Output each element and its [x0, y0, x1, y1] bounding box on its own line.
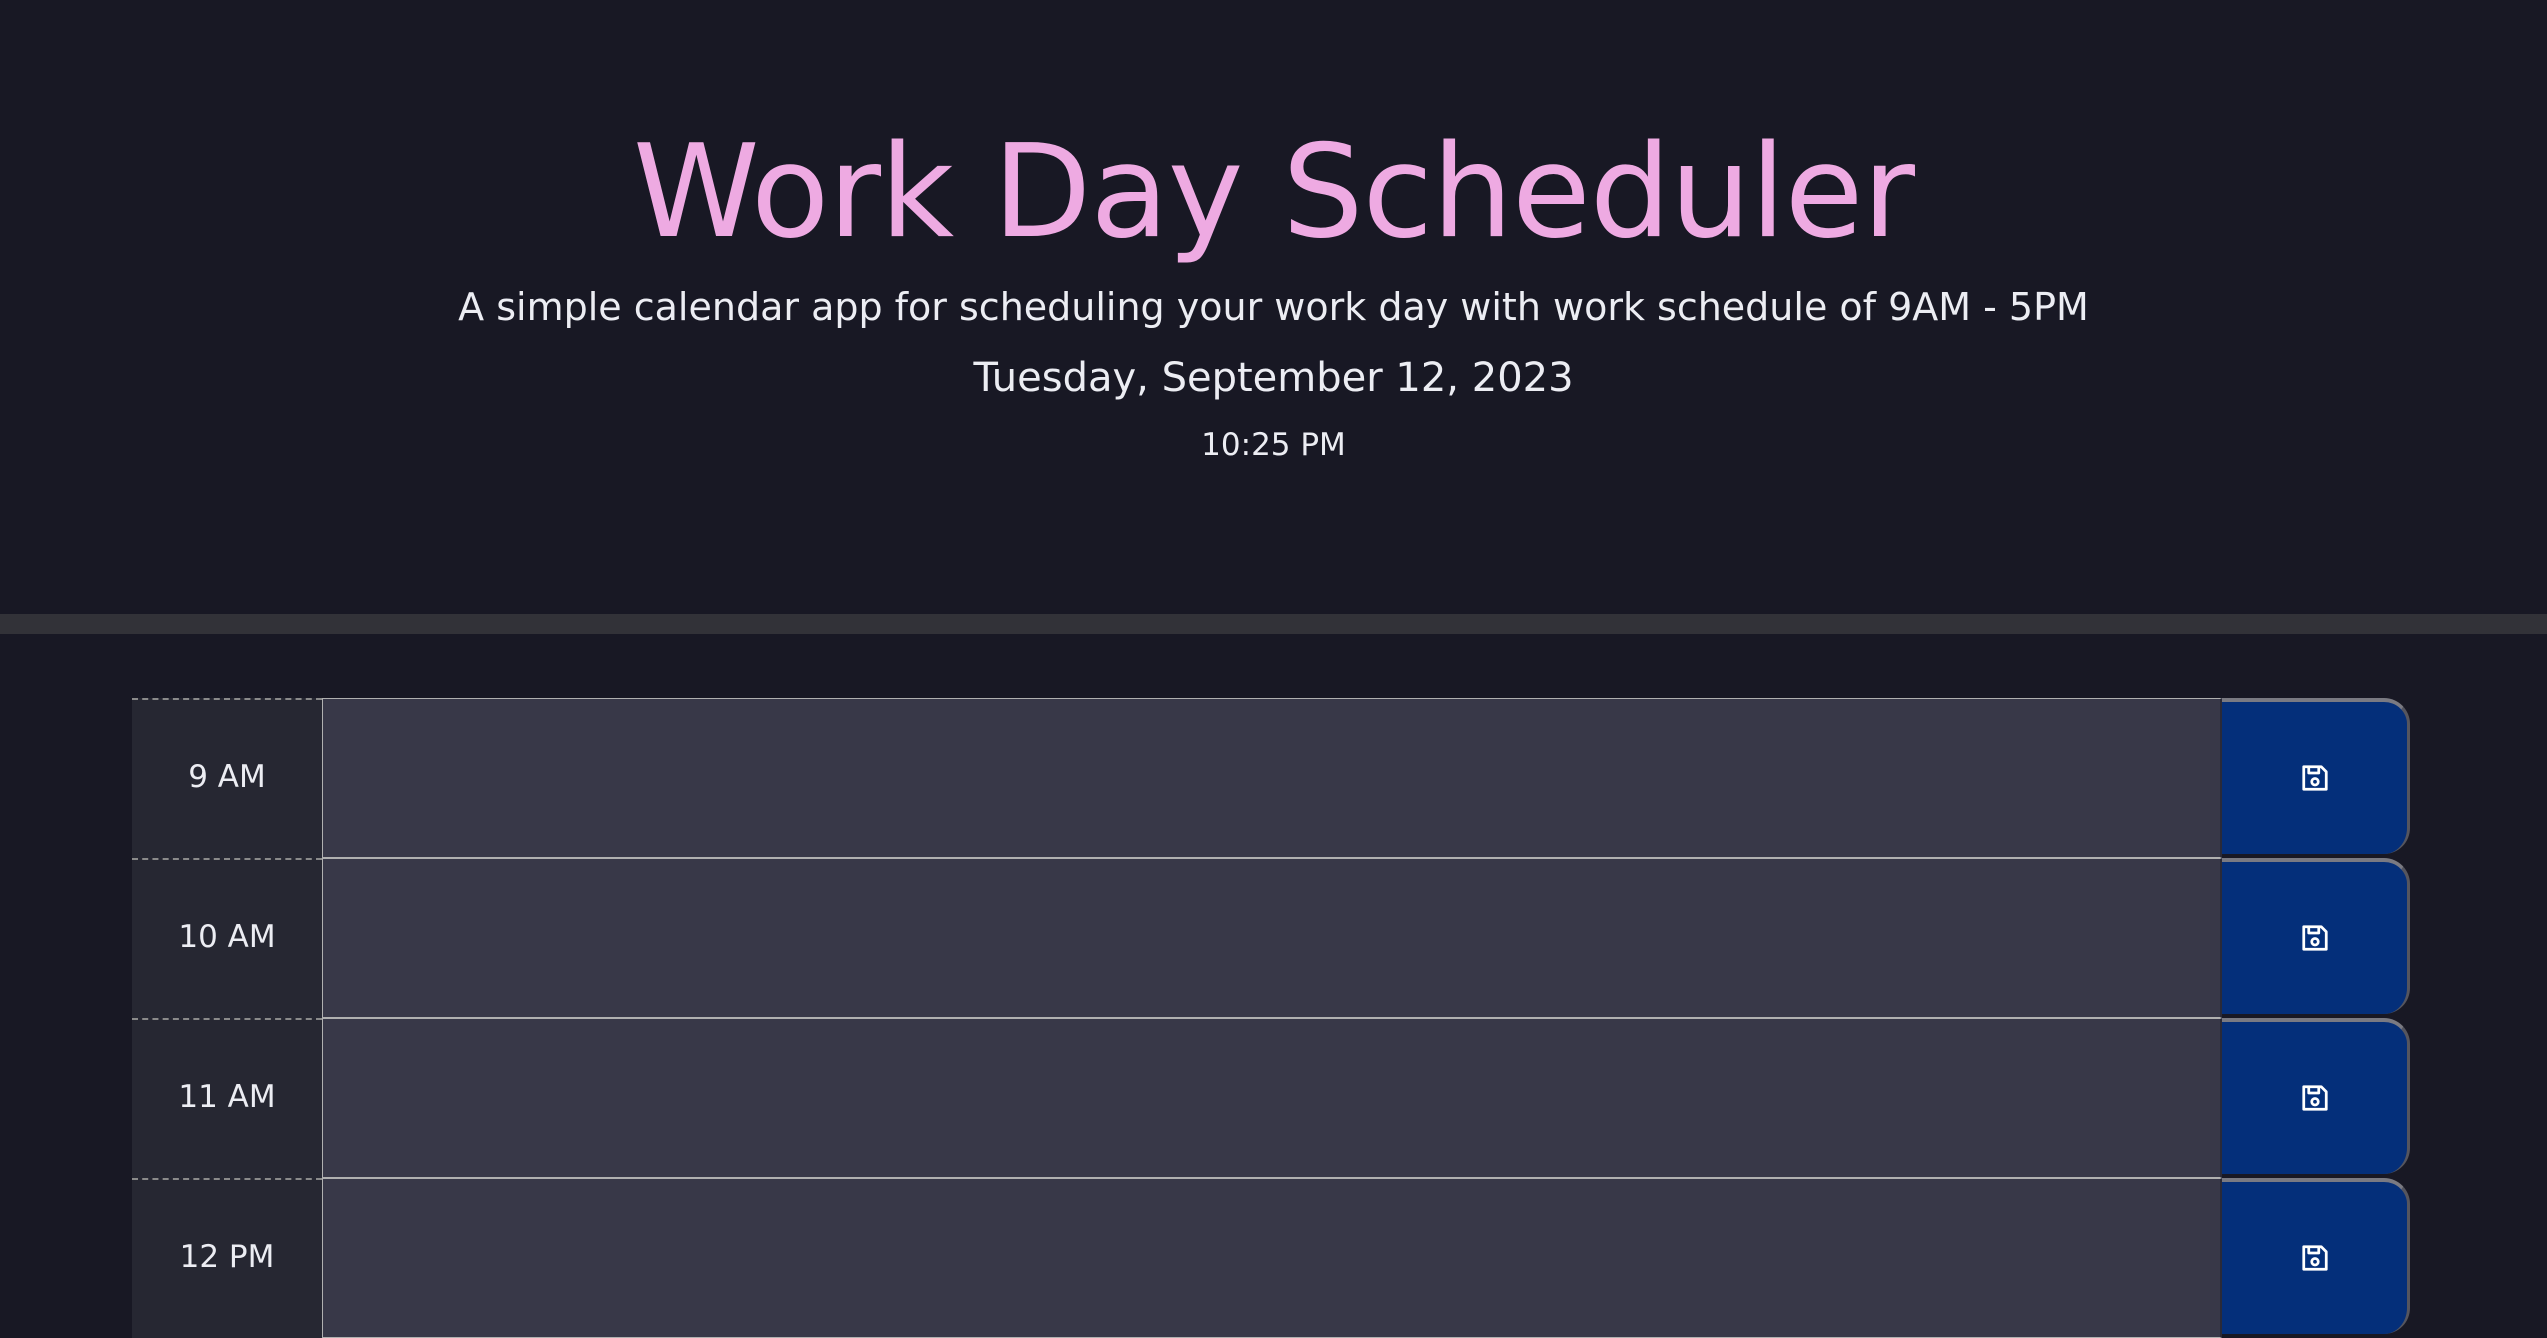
page-title: Work Day Scheduler — [632, 118, 1915, 267]
schedule-container: 9 AM 10 AM 11 AM 12 PM — [132, 698, 2410, 1338]
floppy-disk-icon — [2300, 1083, 2330, 1113]
time-block-row: 9 AM — [132, 698, 2410, 858]
event-description-input[interactable] — [322, 858, 2222, 1018]
floppy-disk-icon — [2300, 763, 2330, 793]
save-button[interactable] — [2222, 1018, 2410, 1174]
hour-label: 9 AM — [132, 698, 322, 858]
hour-label: 11 AM — [132, 1018, 322, 1178]
current-time: 10:25 PM — [1201, 427, 1346, 463]
hour-label: 12 PM — [132, 1178, 322, 1338]
event-description-input[interactable] — [322, 1178, 2222, 1338]
save-button[interactable] — [2222, 858, 2410, 1014]
app-description: A simple calendar app for scheduling you… — [458, 285, 2089, 329]
save-button[interactable] — [2222, 698, 2410, 854]
time-block-row: 10 AM — [132, 858, 2410, 1018]
header: Work Day Scheduler A simple calendar app… — [0, 0, 2547, 614]
event-description-input[interactable] — [322, 698, 2222, 858]
hour-label: 10 AM — [132, 858, 322, 1018]
time-block-row: 11 AM — [132, 1018, 2410, 1178]
time-block-row: 12 PM — [132, 1178, 2410, 1338]
save-button[interactable] — [2222, 1178, 2410, 1334]
header-divider — [0, 614, 2547, 634]
floppy-disk-icon — [2300, 1243, 2330, 1273]
event-description-input[interactable] — [322, 1018, 2222, 1178]
current-date: Tuesday, September 12, 2023 — [973, 355, 1574, 401]
floppy-disk-icon — [2300, 923, 2330, 953]
